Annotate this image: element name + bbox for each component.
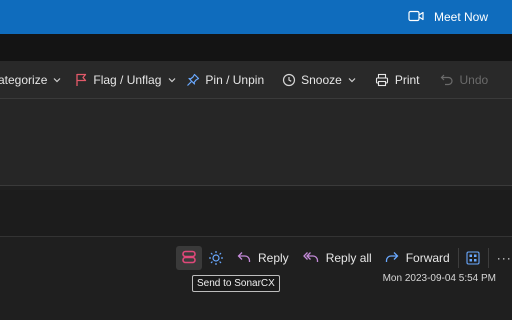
pin-unpin-button[interactable]: Pin / Unpin	[186, 66, 264, 94]
categorize-label: ategorize	[0, 72, 48, 87]
send-to-sonarcx-button[interactable]	[176, 246, 202, 270]
meet-now-label: Meet Now	[433, 10, 488, 24]
message-actions: Reply Reply all Forward ···	[207, 246, 512, 270]
forward-label: Forward	[405, 251, 450, 265]
snooze-button[interactable]: Snooze	[282, 66, 356, 94]
sonarcx-tooltip: Send to SonarCX	[192, 275, 280, 292]
reply-all-button[interactable]: Reply all	[302, 246, 372, 270]
more-actions-button[interactable]: ···	[497, 246, 512, 270]
reply-label: Reply	[258, 251, 289, 265]
message-date: Mon 2023-09-04 5:54 PM	[382, 273, 496, 284]
pin-icon	[186, 73, 200, 87]
categorize-button[interactable]: ategorize	[0, 66, 61, 94]
ribbon-toolbar: ategorize Flag / Unflag Pin / Unpin Snoo…	[0, 61, 512, 98]
sun-icon[interactable]	[207, 250, 225, 266]
reply-all-icon	[302, 251, 319, 266]
message-subheader-panel	[0, 190, 512, 236]
flag-unflag-label: Flag / Unflag	[93, 72, 162, 87]
apps-grid-icon[interactable]	[466, 251, 480, 265]
actions-divider	[487, 248, 489, 268]
print-label: Print	[394, 72, 420, 87]
reply-all-label: Reply all	[325, 251, 372, 265]
print-button[interactable]: Print	[375, 66, 420, 94]
flag-unflag-button[interactable]: Flag / Unflag	[75, 66, 176, 94]
clock-icon	[282, 73, 296, 87]
forward-button[interactable]: Forward	[385, 246, 450, 270]
pin-unpin-label: Pin / Unpin	[205, 72, 265, 87]
message-header-panel	[0, 98, 512, 186]
undo-button[interactable]: Undo	[440, 66, 489, 94]
video-camera-icon	[408, 10, 424, 25]
actions-divider	[457, 248, 459, 268]
chevron-down-icon	[53, 77, 61, 83]
undo-icon	[440, 73, 454, 87]
snooze-label: Snooze	[301, 72, 342, 87]
forward-icon	[385, 251, 399, 266]
undo-label: Undo	[459, 72, 489, 87]
chevron-down-icon	[168, 77, 176, 83]
sonarcx-icon	[181, 249, 197, 268]
printer-icon	[375, 73, 389, 87]
menu-bar	[0, 34, 512, 61]
chevron-down-icon	[348, 77, 356, 83]
reply-icon	[237, 251, 251, 266]
meet-now-button[interactable]: Meet Now	[408, 7, 488, 27]
flag-icon	[75, 73, 87, 87]
title-bar: Meet Now	[0, 0, 512, 34]
reply-button[interactable]: Reply	[237, 246, 289, 270]
more-actions-label: ···	[496, 251, 512, 265]
